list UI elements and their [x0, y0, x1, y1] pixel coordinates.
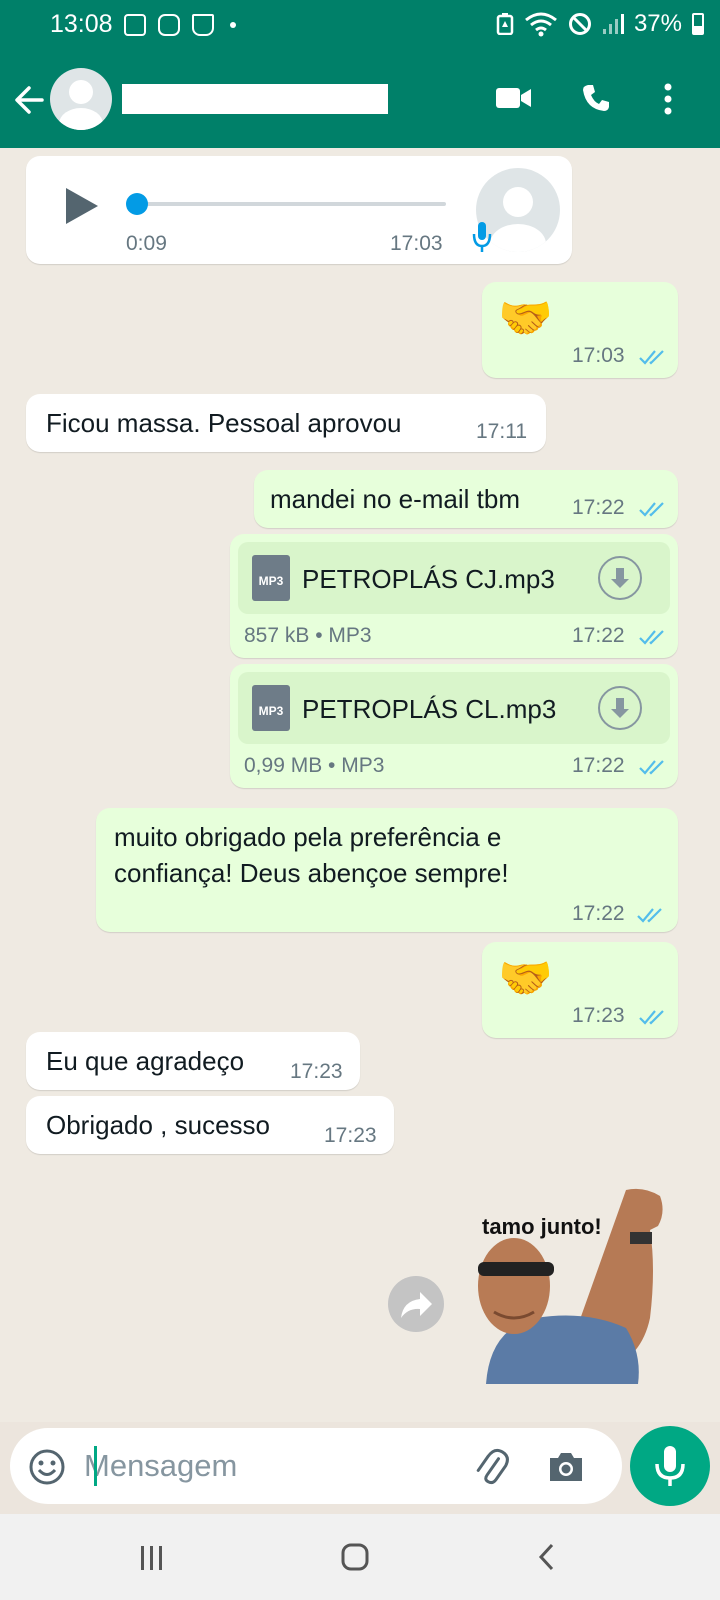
message-time: 17:11 [476, 420, 527, 443]
battery-saver-icon [496, 13, 514, 35]
message-text-line: muito obrigado pela preferência e [114, 822, 502, 852]
file-type: MP3 [341, 754, 385, 777]
wifi-icon [525, 12, 557, 37]
double-check-icon [637, 908, 662, 923]
status-time: 13:08 [50, 10, 113, 38]
signal-icon [602, 14, 624, 34]
battery-percentage: 37% [633, 10, 682, 37]
message-text: Obrigado , sucesso [46, 1110, 271, 1140]
voice-message-button[interactable] [630, 1426, 710, 1506]
status-right-icons: 37% [496, 10, 704, 38]
home-icon[interactable] [340, 1542, 370, 1572]
download-button[interactable] [598, 556, 642, 600]
camera-icon[interactable] [546, 1448, 586, 1486]
notification-dot [230, 22, 236, 28]
paperclip-icon[interactable] [472, 1448, 512, 1488]
meta-separator: • [309, 624, 329, 647]
instagram-icon [158, 14, 180, 36]
sticker[interactable]: tamo junto! [466, 1178, 676, 1384]
emoji-icon[interactable] [28, 1448, 66, 1486]
status-bar: 13:08 37% [0, 0, 720, 52]
message-time: 17:22 [572, 624, 625, 647]
file-size: 857 kB [244, 624, 310, 647]
forward-button[interactable] [388, 1276, 444, 1332]
file-card[interactable]: MP3 PETROPLÁS CJ.mp3 [238, 542, 670, 614]
message-time: 17:22 [572, 902, 625, 925]
message-text-line: confiança! Deus abençoe sempre! [114, 858, 509, 888]
message-time: 17:03 [572, 344, 625, 367]
message-time: 17:23 [324, 1124, 377, 1147]
contact-avatar[interactable] [50, 68, 112, 130]
default-avatar-icon [59, 80, 103, 130]
file-name: PETROPLÁS CJ.mp3 [302, 564, 555, 594]
message-text: Ficou massa. Pessoal aprovou [46, 408, 402, 438]
forward-icon [401, 1292, 432, 1318]
message-text: Eu que agradeço [46, 1046, 245, 1076]
download-icon [611, 698, 629, 718]
handshake-emoji: 🤝 [498, 294, 553, 343]
download-icon [611, 568, 629, 588]
message-time: 17:22 [572, 754, 625, 777]
video-camera-icon[interactable] [494, 82, 534, 114]
chat-area[interactable]: 0:09 17:03 🤝 17:03 Ficou massa. Pessoal … [0, 148, 720, 1422]
file-size: 0,99 MB [244, 754, 323, 777]
handshake-emoji: 🤝 [498, 954, 553, 1003]
double-check-icon [639, 502, 664, 517]
message-bubble-incoming[interactable]: Obrigado , sucesso 17:23 [26, 1096, 394, 1154]
file-message[interactable]: MP3 PETROPLÁS CL.mp3 0,99 MB • MP3 17:22 [230, 664, 678, 788]
message-composer [10, 1428, 622, 1504]
recent-apps-icon[interactable] [138, 1544, 166, 1572]
phone-icon[interactable] [580, 82, 612, 114]
message-time: 17:23 [572, 1004, 625, 1027]
message-bubble-outgoing[interactable]: mandei no e-mail tbm 17:22 [254, 470, 678, 528]
more-vertical-icon[interactable] [662, 82, 674, 116]
message-time: 17:22 [572, 496, 625, 519]
double-check-icon [639, 760, 664, 775]
file-meta: 857 kB • MP3 [244, 624, 372, 648]
audio-seek-handle[interactable] [126, 193, 148, 215]
audio-duration: 0:09 [126, 232, 167, 255]
double-check-icon [639, 350, 664, 365]
text-caret [94, 1446, 97, 1486]
file-message[interactable]: MP3 PETROPLÁS CJ.mp3 857 kB • MP3 17:22 [230, 534, 678, 658]
download-button[interactable] [598, 686, 642, 730]
sticker-image [478, 1188, 663, 1384]
mp3-file-icon: MP3 [252, 555, 290, 601]
double-check-icon [639, 630, 664, 645]
system-navigation-bar [0, 1514, 720, 1600]
audio-message[interactable]: 0:09 17:03 [26, 156, 572, 264]
contact-name[interactable] [122, 84, 388, 114]
file-card[interactable]: MP3 PETROPLÁS CL.mp3 [238, 672, 670, 744]
message-bubble-incoming[interactable]: Eu que agradeço 17:23 [26, 1032, 360, 1090]
battery-icon [692, 13, 704, 35]
message-bubble-outgoing[interactable]: 🤝 17:03 [482, 282, 678, 378]
audio-progress-track[interactable] [136, 202, 446, 206]
back-nav-icon[interactable] [536, 1542, 558, 1572]
arrow-left-icon[interactable] [12, 80, 46, 120]
message-bubble-incoming[interactable]: Ficou massa. Pessoal aprovou 17:11 [26, 394, 546, 452]
message-bubble-outgoing[interactable]: muito obrigado pela preferência e confia… [96, 808, 678, 932]
microphone-icon [655, 1446, 685, 1486]
cup-icon [192, 14, 214, 36]
message-bubble-outgoing[interactable]: 🤝 17:23 [482, 942, 678, 1038]
message-text: mandei no e-mail tbm [270, 484, 520, 514]
double-check-icon [639, 1010, 664, 1025]
file-meta: 0,99 MB • MP3 [244, 754, 384, 778]
mp3-file-icon: MP3 [252, 685, 290, 731]
image-icon [124, 14, 146, 36]
meta-separator: • [322, 754, 342, 777]
do-not-disturb-icon [568, 13, 591, 35]
status-left-icons [124, 14, 236, 36]
microphone-icon [472, 222, 492, 252]
message-input[interactable] [84, 1446, 464, 1486]
file-name: PETROPLÁS CL.mp3 [302, 694, 557, 724]
message-time: 17:23 [290, 1060, 343, 1083]
play-icon[interactable] [64, 186, 100, 226]
message-time: 17:03 [390, 232, 443, 255]
chat-header [0, 52, 720, 148]
file-type: MP3 [328, 624, 372, 647]
